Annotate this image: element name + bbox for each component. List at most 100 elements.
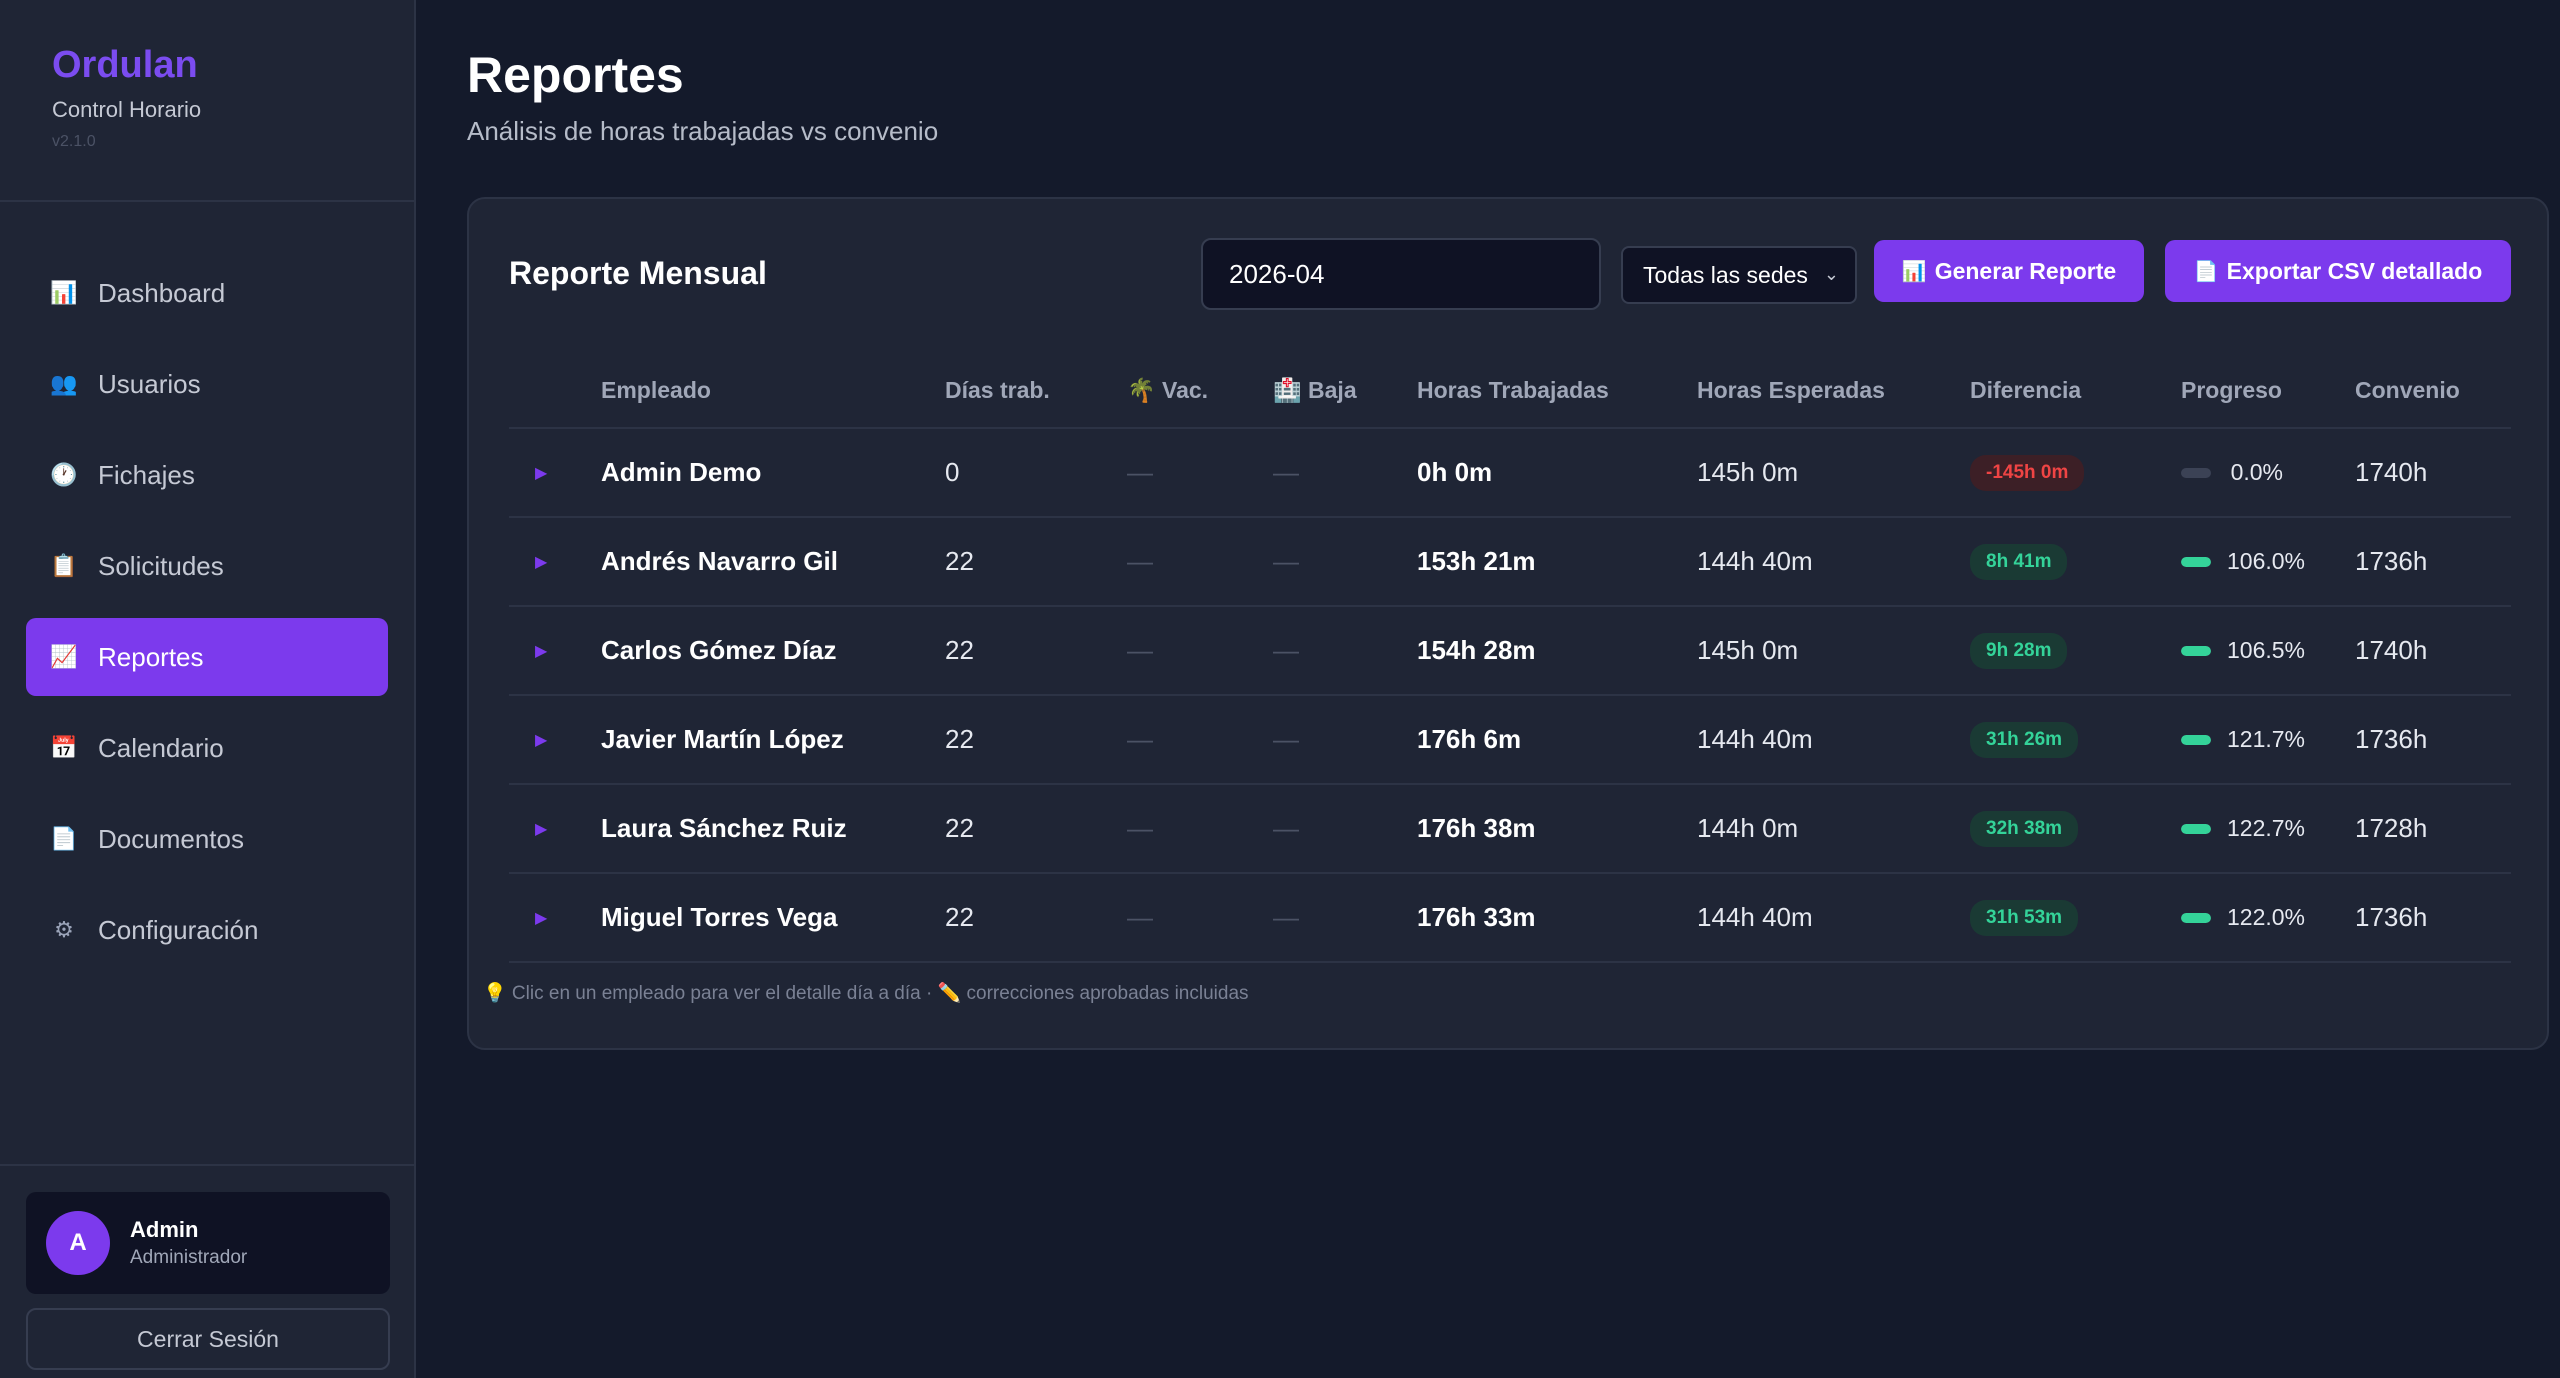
progress-cell: 122.7% xyxy=(2181,785,2306,872)
expand-row-icon[interactable]: ▶ xyxy=(535,518,547,605)
progress-fill xyxy=(2181,645,2211,656)
sidebar-item-calendario[interactable]: 📅 Calendario xyxy=(26,709,388,787)
export-csv-button[interactable]: 📄 Exportar CSV detallado xyxy=(2165,240,2511,302)
user-card[interactable]: A Admin Administrador xyxy=(26,1192,390,1294)
vacation-days: — xyxy=(1127,635,1153,665)
brand-block: Ordulan Control Horario v2.1.0 xyxy=(0,0,414,202)
hours-expected: 144h 0m xyxy=(1697,813,1799,843)
expand-row-icon[interactable]: ▶ xyxy=(535,874,547,961)
app-version: v2.1.0 xyxy=(52,133,96,150)
difference-cell: 31h 53m xyxy=(1970,874,2079,961)
progress-cell: 121.7% xyxy=(2181,696,2305,783)
vacation-days: — xyxy=(1127,813,1153,843)
progress-bar xyxy=(2181,556,2211,567)
employee-name[interactable]: Andrés Navarro Gil xyxy=(601,518,838,605)
col-worked: Horas Trabajadas xyxy=(1417,377,1609,403)
generate-report-button[interactable]: 📊 Generar Reporte xyxy=(1874,240,2144,302)
employee-name[interactable]: Laura Sánchez Ruiz xyxy=(601,785,847,872)
hours-expected: 144h 40m xyxy=(1697,546,1813,576)
sidebar-item-label: Configuración xyxy=(98,914,259,945)
report-table: Empleado Días trab. 🌴 Vac. 🏥 Baja Horas … xyxy=(509,343,2511,963)
sidebar-item-usuarios[interactable]: 👥 Usuarios xyxy=(26,345,388,423)
avatar: A xyxy=(46,1211,110,1275)
col-diff: Diferencia xyxy=(1970,377,2082,403)
col-vac-label: Vac. xyxy=(1162,377,1209,403)
progress-bar xyxy=(2181,912,2211,923)
days-worked: 22 xyxy=(945,635,974,665)
employee-name[interactable]: Carlos Gómez Díaz xyxy=(601,607,837,694)
col-agreement: Convenio xyxy=(2355,377,2460,403)
expand-row-icon[interactable]: ▶ xyxy=(535,696,547,783)
page-title: Reportes xyxy=(467,47,684,103)
sidebar-item-label: Reportes xyxy=(98,641,204,672)
agreement-hours: 1736h xyxy=(2355,724,2428,754)
progress-percent: 122.7% xyxy=(2227,815,2306,841)
sidebar-nav: 📊 Dashboard 👥 Usuarios 🕐 Fichajes 📋 Solicitudes… xyxy=(26,254,388,982)
col-expected: Horas Esperadas xyxy=(1697,377,1885,403)
progress-percent: 122.0% xyxy=(2227,904,2306,930)
employee-name[interactable]: Admin Demo xyxy=(601,429,761,516)
table-row[interactable]: ▶ Miguel Torres Vega 22 — — 176h 33m 144h 40m 3… xyxy=(509,874,2511,963)
days-worked: 22 xyxy=(945,546,974,576)
sidebar-item-label: Dashboard xyxy=(98,277,226,308)
table-row[interactable]: ▶ Laura Sánchez Ruiz 22 — — 176h 38m 144h 0m 32… xyxy=(509,785,2511,874)
clipboard-icon: 📋 xyxy=(50,553,78,578)
chart-up-icon: 📈 xyxy=(50,644,78,669)
table-row[interactable]: ▶ Javier Martín López 22 — — 176h 6m 144h 40m 3… xyxy=(509,696,2511,785)
days-worked: 22 xyxy=(945,813,974,843)
difference-cell: 9h 28m xyxy=(1970,607,2068,694)
gear-icon: ⚙ xyxy=(54,917,74,942)
expand-row-icon[interactable]: ▶ xyxy=(535,607,547,694)
days-worked: 22 xyxy=(945,724,974,754)
sidebar-item-documentos[interactable]: 📄 Documentos xyxy=(26,800,388,878)
progress-percent: 106.5% xyxy=(2227,637,2306,663)
col-employee: Empleado xyxy=(601,377,711,403)
hours-expected: 145h 0m xyxy=(1697,457,1799,487)
vacation-days: — xyxy=(1127,457,1153,487)
sidebar-item-fichajes[interactable]: 🕐 Fichajes xyxy=(26,436,388,514)
logout-button[interactable]: Cerrar Sesión xyxy=(26,1308,390,1370)
table-header: Empleado Días trab. 🌴 Vac. 🏥 Baja Horas … xyxy=(509,343,2511,429)
col-days: Días trab. xyxy=(945,377,1050,403)
table-row[interactable]: ▶ Andrés Navarro Gil 22 — — 153h 21m 144h 40m 8… xyxy=(509,518,2511,607)
progress-cell: 106.5% xyxy=(2181,607,2306,694)
sidebar-item-configuracion[interactable]: ⚙ Configuración xyxy=(26,891,388,969)
progress-bar xyxy=(2181,734,2211,745)
employee-name[interactable]: Javier Martín López xyxy=(601,696,844,783)
footer-note: 💡 Clic en un empleado para ver el detall… xyxy=(483,983,1249,1004)
hours-worked: 176h 6m xyxy=(1417,724,1522,754)
document-icon: 📄 xyxy=(50,826,78,851)
sick-leave-days: — xyxy=(1273,546,1299,576)
users-icon: 👥 xyxy=(50,371,78,396)
progress-cell: 122.0% xyxy=(2181,874,2306,961)
progress-percent: 0.0% xyxy=(2230,459,2283,485)
hours-expected: 145h 0m xyxy=(1697,635,1799,665)
days-worked: 22 xyxy=(945,902,974,932)
sede-select[interactable]: Todas las sedes ⌄ xyxy=(1621,246,1857,304)
sidebar-item-label: Fichajes xyxy=(98,459,195,490)
progress-percent: 106.0% xyxy=(2227,548,2306,574)
chart-bar-icon: 📊 xyxy=(1901,260,1927,283)
vacation-days: — xyxy=(1127,902,1153,932)
progress-bar xyxy=(2181,467,2211,478)
expand-row-icon[interactable]: ▶ xyxy=(535,785,547,872)
table-row[interactable]: ▶ Admin Demo 0 — — 0h 0m 145h 0m -145h 0m 0.0% 17… xyxy=(509,429,2511,518)
hospital-icon: 🏥 xyxy=(1273,377,1302,403)
sick-leave-days: — xyxy=(1273,724,1299,754)
sidebar-item-label: Usuarios xyxy=(98,368,201,399)
sidebar-item-solicitudes[interactable]: 📋 Solicitudes xyxy=(26,527,388,605)
sidebar-footer: A Admin Administrador Cerrar Sesión xyxy=(0,1164,414,1370)
hours-worked: 154h 28m xyxy=(1417,635,1536,665)
expand-row-icon[interactable]: ▶ xyxy=(535,429,547,516)
chevron-down-icon: ⌄ xyxy=(1823,264,1839,284)
sick-leave-days: — xyxy=(1273,635,1299,665)
employee-name[interactable]: Miguel Torres Vega xyxy=(601,874,837,961)
table-body: ▶ Admin Demo 0 — — 0h 0m 145h 0m -145h 0m 0.0% 17… xyxy=(509,429,2511,963)
sidebar-item-dashboard[interactable]: 📊 Dashboard xyxy=(26,254,388,332)
document-icon: 📄 xyxy=(2193,260,2219,283)
month-input[interactable] xyxy=(1201,238,1601,310)
difference-badge: 32h 38m xyxy=(1970,810,2079,847)
table-row[interactable]: ▶ Carlos Gómez Díaz 22 — — 154h 28m 145h 0m 9h … xyxy=(509,607,2511,696)
sidebar-item-reportes[interactable]: 📈 Reportes xyxy=(26,618,388,696)
page-subtitle: Análisis de horas trabajadas vs convenio xyxy=(467,116,939,146)
